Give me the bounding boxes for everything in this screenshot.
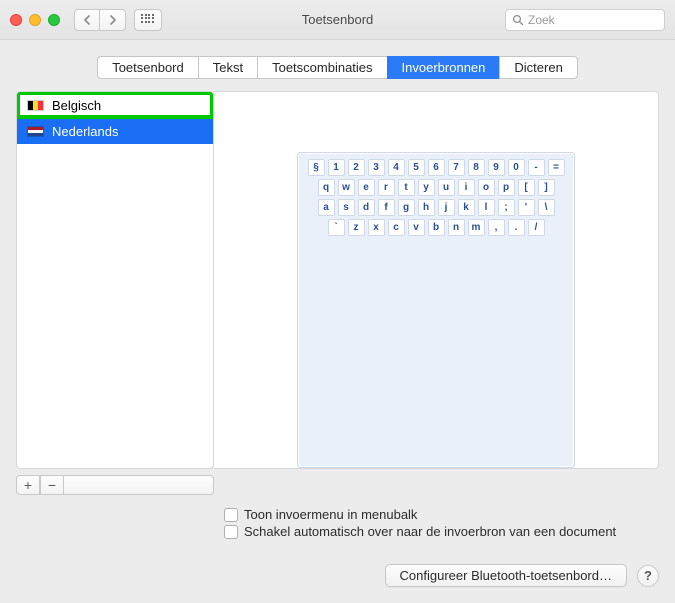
tab-dicteren[interactable]: Dicteren [499, 56, 577, 79]
minimize-icon[interactable] [29, 14, 41, 26]
key: / [528, 219, 545, 236]
key: j [438, 199, 455, 216]
key: [ [518, 179, 535, 196]
key: 8 [468, 159, 485, 176]
flag-icon [27, 100, 44, 111]
key: = [548, 159, 565, 176]
footer: Configureer Bluetooth-toetsenbord… ? [385, 564, 659, 587]
key: f [378, 199, 395, 216]
key: 6 [428, 159, 445, 176]
key: w [338, 179, 355, 196]
flag-icon [27, 126, 44, 137]
key: u [438, 179, 455, 196]
key: 9 [488, 159, 505, 176]
key: h [418, 199, 435, 216]
sources-list[interactable]: Belgisch Nederlands [16, 91, 214, 469]
content-columns: Belgisch Nederlands + − §1234567890-= qwer… [16, 91, 659, 495]
options: Toon invoermenu in menubalk Schakel auto… [224, 507, 659, 539]
option-label: Toon invoermenu in menubalk [244, 507, 417, 522]
key: z [348, 219, 365, 236]
key: n [448, 219, 465, 236]
key: 4 [388, 159, 405, 176]
key: m [468, 219, 485, 236]
close-icon[interactable] [10, 14, 22, 26]
key: 0 [508, 159, 525, 176]
sources-column: Belgisch Nederlands + − [16, 91, 214, 495]
key: 5 [408, 159, 425, 176]
source-item[interactable]: Belgisch [17, 92, 213, 118]
keyboard-row: asdfghjkl;'\ [302, 199, 570, 216]
tab-tekst[interactable]: Tekst [198, 56, 257, 79]
checkbox[interactable] [224, 508, 238, 522]
key: ; [498, 199, 515, 216]
key: x [368, 219, 385, 236]
help-button[interactable]: ? [637, 565, 659, 587]
key: r [378, 179, 395, 196]
search-input[interactable] [528, 13, 658, 27]
key: ` [328, 219, 345, 236]
source-item[interactable]: Nederlands [17, 118, 213, 144]
nav-buttons [74, 9, 126, 31]
option-auto-switch[interactable]: Schakel automatisch over naar de invoerb… [224, 524, 659, 539]
key: \ [538, 199, 555, 216]
key: s [338, 199, 355, 216]
titlebar: Toetsenbord [0, 0, 675, 40]
key: 7 [448, 159, 465, 176]
key: 1 [328, 159, 345, 176]
key: - [528, 159, 545, 176]
preferences-body: ToetsenbordTekstToetscombinatiesInvoerbr… [0, 40, 675, 603]
key: y [418, 179, 435, 196]
key: ' [518, 199, 535, 216]
key: q [318, 179, 335, 196]
option-show-in-menubar[interactable]: Toon invoermenu in menubalk [224, 507, 659, 522]
option-label: Schakel automatisch over naar de invoerb… [244, 524, 616, 539]
tabs: ToetsenbordTekstToetscombinatiesInvoerbr… [16, 56, 659, 79]
back-button[interactable] [74, 9, 100, 31]
key: c [388, 219, 405, 236]
add-remove-slack [64, 475, 214, 495]
forward-button[interactable] [100, 9, 126, 31]
key: ] [538, 179, 555, 196]
window-controls [10, 14, 60, 26]
chevron-right-icon [109, 15, 117, 25]
tab-invoerbronnen[interactable]: Invoerbronnen [387, 56, 500, 79]
remove-source-button[interactable]: − [40, 475, 64, 495]
keyboard-row: `zxcvbnm,./ [302, 219, 570, 236]
chevron-left-icon [83, 15, 91, 25]
key: g [398, 199, 415, 216]
key: § [308, 159, 325, 176]
key: p [498, 179, 515, 196]
keyboard-row: §1234567890-= [302, 159, 570, 176]
source-label: Nederlands [52, 124, 119, 139]
add-remove-bar: + − [16, 475, 214, 495]
key: v [408, 219, 425, 236]
add-source-button[interactable]: + [16, 475, 40, 495]
tab-toetsenbord[interactable]: Toetsenbord [97, 56, 198, 79]
key: . [508, 219, 525, 236]
keyboard-row: qwertyuiop[] [302, 179, 570, 196]
key: 2 [348, 159, 365, 176]
show-all-button[interactable] [134, 9, 162, 31]
source-label: Belgisch [52, 98, 101, 113]
key: o [478, 179, 495, 196]
search-field[interactable] [505, 9, 665, 31]
key: a [318, 199, 335, 216]
maximize-icon[interactable] [48, 14, 60, 26]
search-icon [512, 14, 524, 26]
tab-toetscombinaties[interactable]: Toetscombinaties [257, 56, 386, 79]
key: i [458, 179, 475, 196]
keyboard-preview: §1234567890-= qwertyuiop[] asdfghjkl;'\ `zx… [297, 152, 575, 468]
key: d [358, 199, 375, 216]
key: b [428, 219, 445, 236]
key: 3 [368, 159, 385, 176]
grid-icon [141, 14, 155, 26]
key: , [488, 219, 505, 236]
configure-bluetooth-button[interactable]: Configureer Bluetooth-toetsenbord… [385, 564, 627, 587]
key: t [398, 179, 415, 196]
layout-preview: §1234567890-= qwertyuiop[] asdfghjkl;'\ `zx… [214, 91, 659, 469]
key: k [458, 199, 475, 216]
checkbox[interactable] [224, 525, 238, 539]
key: e [358, 179, 375, 196]
key: l [478, 199, 495, 216]
